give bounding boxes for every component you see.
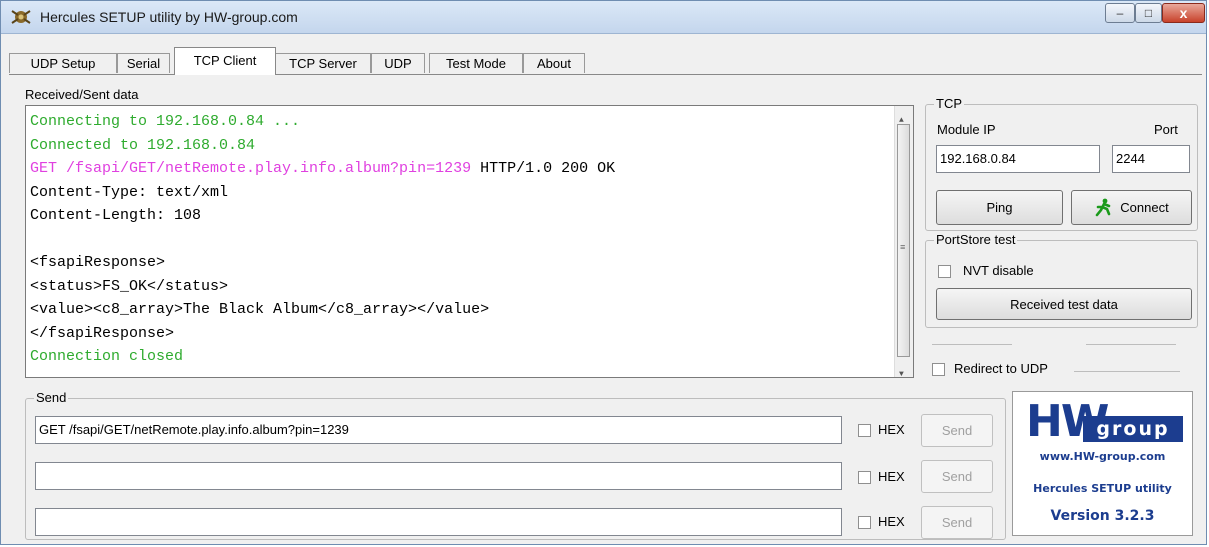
tcp-group-title: TCP (934, 96, 964, 111)
terminal-line: Connected to 192.168.0.84 (30, 134, 913, 158)
hex-checkbox-3[interactable] (858, 516, 871, 529)
send-group-title: Send (34, 390, 69, 405)
separator-right (1086, 344, 1176, 345)
terminal-text-segment: </fsapiResponse> (30, 324, 175, 342)
port-input[interactable]: 2244 (1112, 145, 1190, 173)
scrollbar-thumb[interactable]: ≡ (897, 124, 910, 357)
separator-left (932, 344, 1012, 345)
version-label: Version 3.2.3 (1050, 508, 1155, 524)
terminal-lines: Connecting to 192.168.0.84 ... Connected … (30, 110, 913, 369)
send-button-1[interactable]: Send (921, 414, 993, 447)
close-button[interactable]: x (1162, 3, 1205, 23)
terminal-line: <fsapiResponse> (30, 251, 913, 275)
send-input-3[interactable] (35, 508, 842, 536)
scroll-down-icon[interactable]: ▼ (899, 363, 904, 377)
hex-label-1: HEX (878, 422, 905, 437)
received-data-terminal[interactable]: Connecting to 192.168.0.84 ... Connected … (25, 105, 914, 378)
hex-checkbox-1[interactable] (858, 424, 871, 437)
terminal-line: GET /fsapi/GET/netRemote.play.info.album… (30, 157, 913, 181)
terminal-line: Connecting to 192.168.0.84 ... (30, 110, 913, 134)
port-label: Port (1154, 122, 1178, 137)
tab-serial[interactable]: Serial (117, 53, 170, 73)
ping-button[interactable]: Ping (936, 190, 1063, 225)
send-button-3[interactable]: Send (921, 506, 993, 539)
terminal-scrollbar[interactable]: ▲ ≡ ▼ (894, 106, 913, 377)
logo-group-text: group (1083, 416, 1183, 442)
tab-about[interactable]: About (523, 53, 585, 73)
grip-icon: ≡ (900, 243, 906, 253)
minimize-button[interactable]: – (1105, 3, 1135, 23)
hw-group-logo: HW group www.HW-group.com Hercules SETUP… (1012, 391, 1193, 536)
maximize-button[interactable]: □ (1135, 3, 1162, 23)
maximize-icon: □ (1144, 6, 1153, 20)
tab-udp[interactable]: UDP (371, 53, 425, 73)
terminal-text-segment: Content-Type: text/xml (30, 183, 229, 201)
terminal-text-segment: <status>FS_OK</status> (30, 277, 229, 295)
terminal-text-segment: Connected to 192.168.0.84 (30, 136, 256, 154)
redirect-line (1074, 371, 1180, 372)
minimize-icon: – (1116, 6, 1124, 20)
terminal-line: Content-Type: text/xml (30, 181, 913, 205)
nvt-disable-checkbox[interactable] (938, 265, 951, 278)
logo-url: www.HW-group.com (1039, 450, 1166, 463)
received-sent-label: Received/Sent data (25, 87, 139, 102)
running-man-icon (1095, 198, 1111, 216)
close-icon: x (1179, 5, 1188, 21)
terminal-text-segment: GET /fsapi/GET/netRemote.play.info.album… (30, 160, 472, 177)
module-ip-input[interactable]: 192.168.0.84 (936, 145, 1100, 173)
redirect-udp-checkbox[interactable] (932, 363, 945, 376)
terminal-text-segment: Connection closed (30, 348, 184, 365)
hercules-app-icon (11, 10, 31, 24)
logo-subtitle: Hercules SETUP utility (1033, 482, 1172, 495)
send-input-2[interactable] (35, 462, 842, 490)
app-window: Hercules SETUP utility by HW-group.com –… (0, 0, 1207, 545)
title-bar[interactable]: Hercules SETUP utility by HW-group.com –… (1, 1, 1206, 34)
terminal-text-segment: Content-Length: 108 (30, 207, 202, 224)
tab-test-mode[interactable]: Test Mode (429, 53, 523, 73)
tab-udp-setup[interactable]: UDP Setup (9, 53, 117, 73)
connect-button[interactable]: Connect (1071, 190, 1192, 225)
terminal-text-segment: <value><c8_array>The Black Album</c8_arr… (30, 301, 490, 318)
module-ip-label: Module IP (937, 122, 996, 137)
terminal-line: <value><c8_array>The Black Album</c8_arr… (30, 298, 913, 322)
terminal-line: Content-Length: 108 (30, 204, 913, 228)
terminal-line: Connection closed (30, 345, 913, 369)
terminal-text-segment: Connecting to 192.168.0.84 ... (30, 113, 301, 130)
hex-checkbox-2[interactable] (858, 471, 871, 484)
tab-tcp-client[interactable]: TCP Client (174, 47, 276, 75)
hex-label-2: HEX (878, 469, 905, 484)
terminal-line: </fsapiResponse> (30, 322, 913, 346)
portstore-group-title: PortStore test (934, 232, 1018, 247)
terminal-text-segment: HTTP/1.0 200 OK (471, 160, 616, 177)
terminal-text-segment: <fsapiResponse> (30, 254, 166, 271)
terminal-line: <status>FS_OK</status> (30, 275, 913, 299)
tab-tcp-server[interactable]: TCP Server (275, 53, 371, 73)
nvt-disable-label: NVT disable (963, 263, 1034, 278)
send-input-1[interactable]: GET /fsapi/GET/netRemote.play.info.album… (35, 416, 842, 444)
send-button-2[interactable]: Send (921, 460, 993, 493)
redirect-udp-label: Redirect to UDP (954, 361, 1048, 376)
window-title: Hercules SETUP utility by HW-group.com (40, 9, 298, 25)
hex-label-3: HEX (878, 514, 905, 529)
received-test-data-button[interactable]: Received test data (936, 288, 1192, 320)
